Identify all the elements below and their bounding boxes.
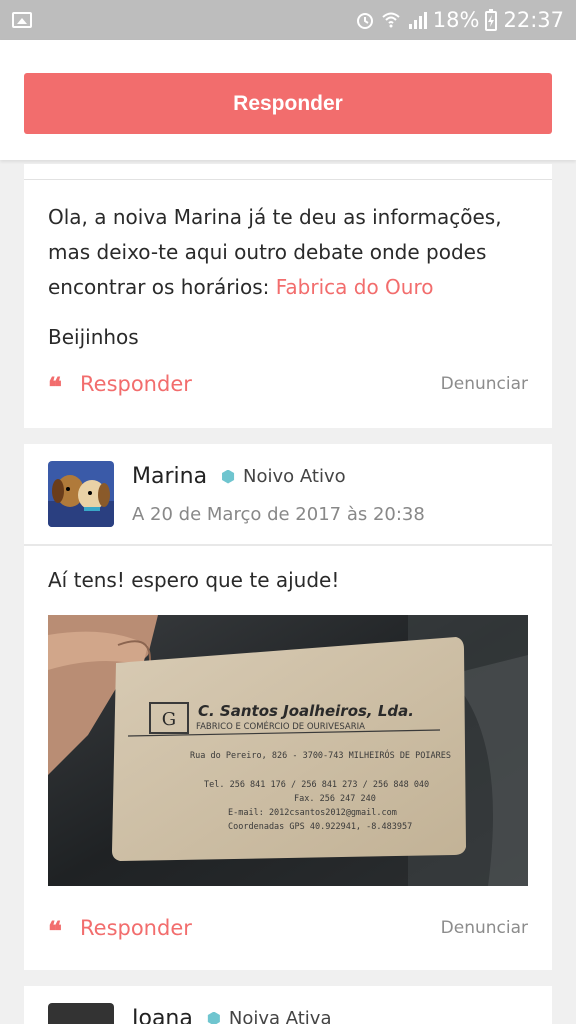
author-name[interactable]: Marina [132,464,207,489]
clock: 22:37 [503,8,564,32]
report-link[interactable]: Denunciar [441,374,528,394]
post-author-header: Marina Noivo Ativo A 20 de Março de 2017… [24,444,552,546]
author-line: Joana Noiva Ativa [132,1006,331,1024]
fabrica-do-ouro-link[interactable]: Fabrica do Ouro [276,275,434,299]
post-date: A 20 de Março de 2017 às 20:38 [132,504,425,525]
svg-text:G: G [162,709,176,730]
reply-card: Ola, a noiva Marina já te deu as informa… [24,164,552,428]
responder-button[interactable]: Responder [24,73,552,134]
card-email: E-mail: 2012csantos2012@gmail.com [228,808,397,818]
card-address: Rua do Pereiro, 826 - 3700-743 MILHEIRÓS… [190,749,451,761]
reply-body: Ola, a noiva Marina já te deu as informa… [24,180,552,355]
card-subtitle: FABRICO E COMÉRCIO DE OURIVESARIA [196,720,365,732]
reply-bar: Responder [0,40,576,160]
status-bar: 18% 22:37 [0,0,576,40]
reply-closing: Beijinhos [48,325,139,349]
reply-actions: ❝ Responder Denunciar [48,370,528,401]
card-company: C. Santos Joalheiros, Lda. [198,702,414,720]
badge-hexagon-icon [222,469,235,484]
post-actions: ❝ Responder Denunciar [48,914,528,945]
author-line: Marina Noivo Ativo [132,464,346,489]
author-name[interactable]: Joana [132,1006,193,1024]
report-link[interactable]: Denunciar [441,918,528,938]
card-divider [24,164,552,180]
battery-percent: 18% [432,8,480,32]
post-card: Marina Noivo Ativo A 20 de Março de 2017… [24,444,552,970]
signal-icon [408,12,427,29]
alarm-icon [356,13,373,29]
post-message: Aí tens! espero que te ajude! [48,568,340,592]
badge-hexagon-icon [207,1011,220,1024]
business-card-photo[interactable]: G C. Santos Joalheiros, Lda. FABRICO E C… [48,615,528,886]
reply-link[interactable]: Responder [80,372,192,396]
battery-charging-icon [485,9,498,31]
quote-icon[interactable]: ❝ [48,914,80,945]
author-badge: Noivo Ativo [243,466,346,487]
card-fax: Fax. 256 247 240 [294,794,376,804]
author-badge: Noiva Ativa [228,1008,332,1024]
card-gps: Coordenadas GPS 40.922941, -8.483957 [228,822,412,832]
reply-paragraph: Ola, a noiva Marina já te deu as informa… [48,200,528,305]
card-phones: Tel. 256 841 176 / 256 841 273 / 256 848… [204,780,429,790]
wifi-icon [382,12,400,28]
avatar[interactable] [48,461,114,527]
avatar[interactable] [48,1003,114,1024]
quote-icon[interactable]: ❝ [48,370,80,401]
reply-link[interactable]: Responder [80,916,192,940]
gallery-notification-icon [12,12,32,28]
next-post-card: Joana Noiva Ativa [24,986,552,1024]
